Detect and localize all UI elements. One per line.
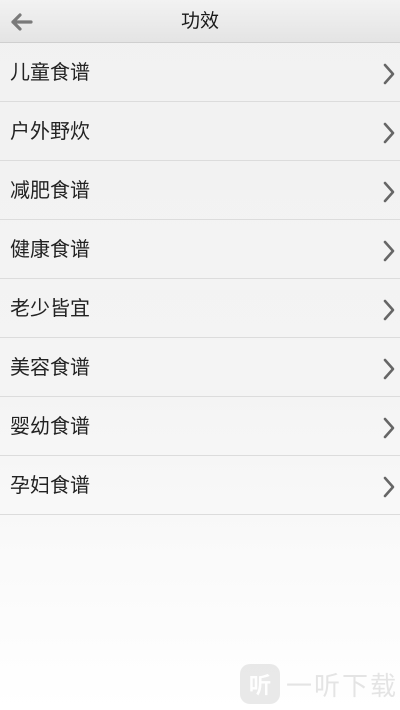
list-item-label: 婴幼食谱 xyxy=(10,414,90,438)
list-item-label: 老少皆宜 xyxy=(10,296,90,320)
list-item-label: 儿童食谱 xyxy=(10,60,90,84)
list-item-children-recipes[interactable]: 儿童食谱 xyxy=(0,43,400,102)
watermark-text: 一听下载 xyxy=(285,671,398,702)
category-list: 儿童食谱 户外野炊 减肥食谱 健康食谱 老少皆宜 美容食谱 婴幼食谱 孕妇食谱 xyxy=(0,43,400,515)
chevron-right-icon xyxy=(383,63,395,85)
list-item-infant-recipes[interactable]: 婴幼食谱 xyxy=(0,397,400,456)
watermark: 听 一听下载 xyxy=(239,662,398,706)
list-item-all-ages[interactable]: 老少皆宜 xyxy=(0,279,400,338)
list-item-outdoor-cooking[interactable]: 户外野炊 xyxy=(0,102,400,161)
list-item-label: 健康食谱 xyxy=(10,237,90,261)
chevron-right-icon xyxy=(383,476,395,498)
watermark-logo: 听 xyxy=(239,664,280,704)
list-item-label: 户外野炊 xyxy=(10,119,90,143)
list-item-label: 孕妇食谱 xyxy=(10,473,90,497)
list-item-diet-recipes[interactable]: 减肥食谱 xyxy=(0,161,400,220)
title-bar: 功效 xyxy=(0,0,400,43)
chevron-right-icon xyxy=(383,417,395,439)
chevron-right-icon xyxy=(383,358,395,380)
list-item-beauty-recipes[interactable]: 美容食谱 xyxy=(0,338,400,397)
list-item-label: 美容食谱 xyxy=(10,355,90,379)
list-item-label: 减肥食谱 xyxy=(10,178,90,202)
chevron-right-icon xyxy=(383,240,395,262)
list-item-healthy-recipes[interactable]: 健康食谱 xyxy=(0,220,400,279)
chevron-right-icon xyxy=(383,181,395,203)
page-title: 功效 xyxy=(180,10,219,32)
chevron-right-icon xyxy=(383,299,395,321)
list-item-pregnancy-recipes[interactable]: 孕妇食谱 xyxy=(0,456,400,515)
chevron-right-icon xyxy=(383,122,395,144)
